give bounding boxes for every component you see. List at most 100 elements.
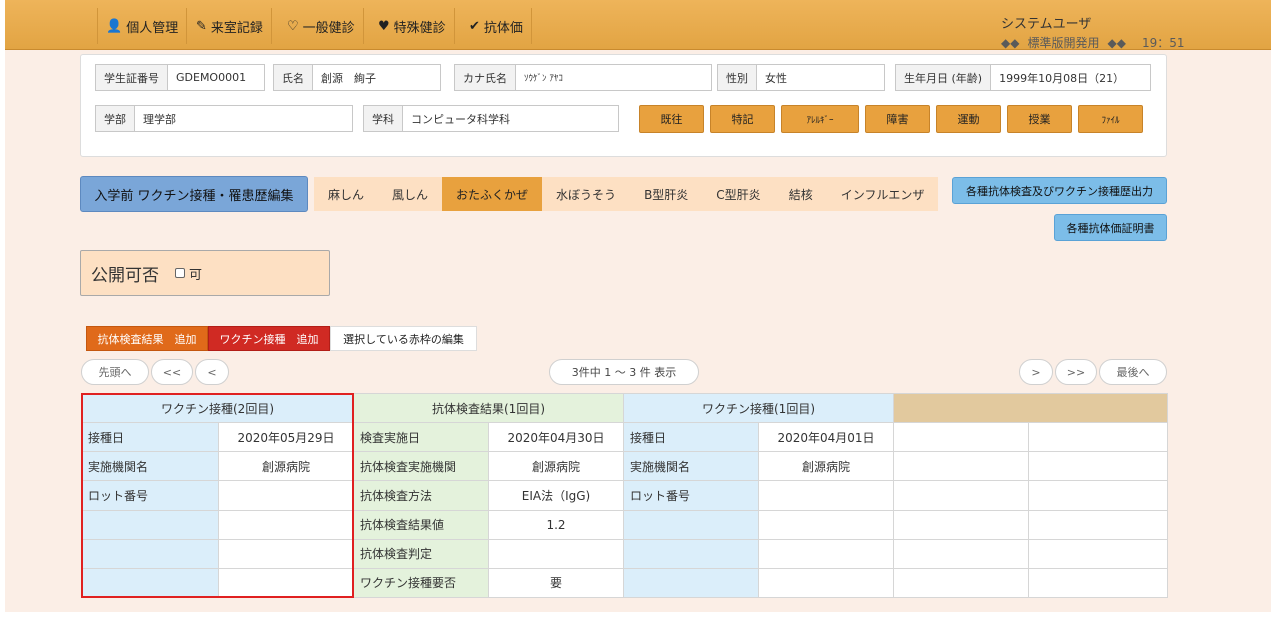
field-label: 検査実施日 bbox=[353, 422, 489, 453]
edit-selected-button[interactable]: 選択している赤枠の編集 bbox=[330, 326, 477, 351]
field-label bbox=[623, 567, 759, 599]
field-label bbox=[623, 509, 759, 540]
prev-page-group-button[interactable]: << bbox=[151, 359, 193, 385]
field-value bbox=[218, 538, 354, 569]
nav-label: 特殊健診 bbox=[393, 20, 446, 36]
field-label bbox=[623, 538, 759, 569]
nav-label: 個人管理 bbox=[126, 20, 179, 36]
birthdate-field: 生年月日 (年齢) 1999年10月08日（21） bbox=[895, 64, 1151, 91]
next-page-button[interactable]: > bbox=[1019, 359, 1053, 385]
tab-measles[interactable]: 麻しん bbox=[314, 177, 378, 211]
field-value: 2020年04月30日 bbox=[488, 422, 624, 453]
nav-special-checkup[interactable]: ♥ 特殊健診 bbox=[370, 8, 455, 44]
tab-varicella[interactable]: 水ぼうそう bbox=[542, 177, 630, 211]
tab-mumps[interactable]: おたふくかぜ bbox=[442, 177, 543, 211]
column-header-antibody-1[interactable]: 抗体検査結果(1回目) bbox=[353, 392, 624, 424]
field-value: 2020年04月01日 bbox=[758, 422, 894, 453]
field-value bbox=[758, 538, 894, 569]
field-label bbox=[81, 509, 219, 540]
empty-cell bbox=[1028, 538, 1168, 569]
field-value: 2020年05月29日 bbox=[218, 422, 354, 453]
field-value bbox=[488, 538, 624, 569]
page-background: 👤 個人管理 ✎ 来室記録 ♡ 一般健診 ♥ 特殊健診 ✔ 抗体価 システムユー… bbox=[5, 0, 1271, 612]
tab-tuberculosis[interactable]: 結核 bbox=[775, 177, 827, 211]
tab-influenza[interactable]: インフルエンザ bbox=[827, 177, 939, 211]
tab-hepatitis-b[interactable]: B型肝炎 bbox=[630, 177, 702, 211]
disability-button[interactable]: 障害 bbox=[865, 105, 930, 133]
next-page-group-button[interactable]: >> bbox=[1055, 359, 1097, 385]
field-value: 創源病院 bbox=[218, 451, 354, 482]
empty-cell bbox=[1028, 451, 1168, 482]
table-row: 実施機関名 創源病院 抗体検査実施機関 創源病院 実施機関名 創源病院 bbox=[81, 451, 1168, 482]
field-label: 抗体検査判定 bbox=[353, 538, 489, 569]
faculty-field: 学部 理学部 bbox=[95, 105, 353, 132]
nav-personal-management[interactable]: 👤 個人管理 bbox=[97, 8, 188, 44]
field-label: 実施機関名 bbox=[81, 451, 219, 482]
empty-cell bbox=[893, 538, 1029, 569]
user-icon: 👤 bbox=[106, 18, 123, 34]
table-row: 抗体検査結果値 1.2 bbox=[81, 509, 1168, 540]
field-label: 抗体検査方法 bbox=[353, 480, 489, 511]
empty-cell bbox=[893, 567, 1029, 599]
field-value: 創源病院 bbox=[488, 451, 624, 482]
empty-cell bbox=[893, 480, 1029, 511]
antibody-vaccine-history-output-button[interactable]: 各種抗体検査及びワクチン接種歴出力 bbox=[952, 177, 1167, 204]
add-antibody-result-button[interactable]: 抗体検査結果 追加 bbox=[86, 326, 208, 351]
field-label: 抗体検査実施機関 bbox=[353, 451, 489, 482]
add-vaccination-button[interactable]: ワクチン接種 追加 bbox=[208, 326, 330, 351]
heart-outline-icon: ♡ bbox=[287, 18, 299, 34]
name-field: 氏名 創源 絢子 bbox=[273, 64, 441, 91]
publish-checkbox-label: 可 bbox=[189, 267, 203, 283]
class-button[interactable]: 授業 bbox=[1007, 105, 1072, 133]
student-info-panel: 学生証番号 GDEMO0001 氏名 創源 絢子 カナ氏名 ｿｳｹﾞﾝ ｱﾔｺ … bbox=[80, 54, 1167, 157]
department-field: 学科 コンピュータ科学科 bbox=[363, 105, 619, 132]
disease-tabs: 麻しん 風しん おたふくかぜ 水ぼうそう B型肝炎 C型肝炎 結核 インフルエン… bbox=[314, 177, 939, 211]
file-button[interactable]: ﾌｧｲﾙ bbox=[1078, 105, 1143, 133]
field-label: 抗体検査結果値 bbox=[353, 509, 489, 540]
field-label: ロット番号 bbox=[81, 480, 219, 511]
tab-hepatitis-c[interactable]: C型肝炎 bbox=[702, 177, 774, 211]
diamond-icon: ◆◆ bbox=[1107, 36, 1126, 50]
nav-visit-record[interactable]: ✎ 来室記録 bbox=[188, 8, 272, 44]
empty-cell bbox=[1028, 567, 1168, 599]
nav-label: 抗体価 bbox=[483, 20, 523, 36]
publish-checkbox[interactable] bbox=[175, 268, 185, 278]
empty-cell bbox=[1028, 480, 1168, 511]
field-label: 接種日 bbox=[623, 422, 759, 453]
special-notes-button[interactable]: 特記 bbox=[710, 105, 775, 133]
field-label: 実施機関名 bbox=[623, 451, 759, 482]
nav-label: 来室記録 bbox=[210, 20, 263, 36]
nav-antibody-titer[interactable]: ✔ 抗体価 bbox=[461, 8, 532, 44]
user-environment-line: ◆◆ 標準版開発用 ◆◆ 19：51 bbox=[1001, 34, 1193, 51]
pagination-summary: 3件中 1 ～ 3 件 表示 bbox=[549, 359, 699, 385]
sex-field: 性別 女性 bbox=[717, 64, 885, 91]
field-value bbox=[758, 509, 894, 540]
column-header-vaccination-1[interactable]: ワクチン接種(1回目) bbox=[623, 392, 894, 424]
first-page-button[interactable]: 先頭へ bbox=[81, 359, 149, 385]
table-header-row: ワクチン接種(2回目) 抗体検査結果(1回目) ワクチン接種(1回目) bbox=[81, 392, 1168, 424]
empty-cell bbox=[1028, 509, 1168, 540]
prev-page-button[interactable]: < bbox=[195, 359, 229, 385]
empty-cell bbox=[893, 451, 1029, 482]
kana-name-field: カナ氏名 ｿｳｹﾞﾝ ｱﾔｺ bbox=[454, 64, 712, 91]
table-row: ロット番号 抗体検査方法 EIA法（IgG) ロット番号 bbox=[81, 480, 1168, 511]
history-button[interactable]: 既往 bbox=[639, 105, 704, 133]
top-navigation-bar: 👤 個人管理 ✎ 来室記録 ♡ 一般健診 ♥ 特殊健診 ✔ 抗体価 システムユー… bbox=[5, 0, 1271, 50]
publish-title: 公開可否 bbox=[91, 265, 159, 286]
column-header-vaccination-2[interactable]: ワクチン接種(2回目) bbox=[81, 392, 354, 424]
vaccination-history-edit-button[interactable]: 入学前 ワクチン接種・罹患歴編集 bbox=[80, 176, 308, 212]
last-page-button[interactable]: 最後へ bbox=[1099, 359, 1167, 385]
table-row: 接種日 2020年05月29日 検査実施日 2020年04月30日 接種日 20… bbox=[81, 422, 1168, 453]
tab-rubella[interactable]: 風しん bbox=[378, 177, 442, 211]
records-table: ワクチン接種(2回目) 抗体検査結果(1回目) ワクチン接種(1回目) 接種日 … bbox=[81, 392, 1168, 599]
allergy-button[interactable]: ｱﾚﾙｷﾞｰ bbox=[781, 105, 859, 133]
heart-icon: ♥ bbox=[378, 18, 390, 34]
field-value bbox=[758, 567, 894, 599]
publish-setting-box: 公開可否 可 bbox=[80, 250, 330, 296]
nav-general-checkup[interactable]: ♡ 一般健診 bbox=[279, 8, 364, 44]
exercise-button[interactable]: 運動 bbox=[936, 105, 1001, 133]
table-row: ワクチン接種要否 要 bbox=[81, 567, 1168, 599]
antibody-certificate-button[interactable]: 各種抗体価証明書 bbox=[1054, 214, 1167, 241]
field-label bbox=[81, 538, 219, 569]
check-circle-icon: ✔ bbox=[469, 18, 480, 34]
